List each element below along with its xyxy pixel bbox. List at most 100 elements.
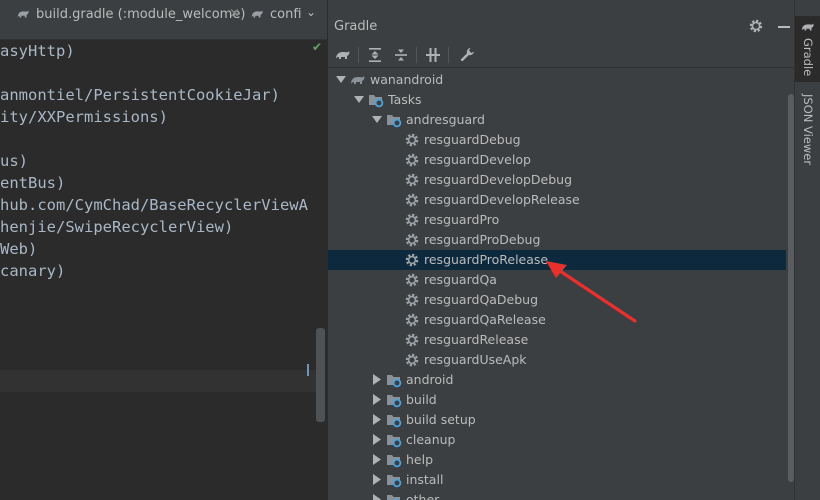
tree-node-label: resguardDevelopRelease	[424, 192, 580, 207]
panel-title: Gradle	[334, 19, 378, 34]
folder-gear-icon	[387, 475, 402, 488]
tree-node[interactable]: wanandroid	[328, 70, 786, 90]
chevron-right-icon[interactable]	[372, 474, 382, 485]
code-line: Web)	[0, 240, 38, 258]
tree-node[interactable]: build	[328, 390, 786, 410]
code-line: ity/XXPermissions)	[0, 108, 168, 126]
task-gear-icon	[405, 193, 419, 207]
tree-node-label: other	[406, 492, 440, 500]
task-gear-icon	[405, 133, 419, 147]
folder-gear-icon	[387, 495, 401, 500]
task-gear-icon	[405, 153, 419, 167]
tree-node[interactable]: resguardProRelease	[328, 250, 786, 270]
stripe-tab-json-viewer[interactable]: JSON Viewer	[795, 94, 820, 174]
task-gear-icon	[405, 233, 419, 247]
toolbar-separator	[358, 47, 359, 63]
code-line: hub.com/CymChad/BaseRecyclerViewA	[0, 196, 308, 214]
tree-node-label: resguardProDebug	[424, 232, 541, 247]
chevron-right-icon[interactable]	[372, 494, 382, 500]
tree-node[interactable]: install	[328, 470, 786, 490]
chevron-right-icon[interactable]	[372, 414, 382, 425]
chevron-right-icon[interactable]	[372, 434, 382, 445]
chevron-down-icon[interactable]	[336, 74, 346, 85]
change-marker	[307, 364, 309, 376]
tree-node[interactable]: resguardRelease	[328, 330, 786, 350]
tree-node[interactable]: andresguard	[328, 110, 786, 130]
folder-gear-icon	[387, 435, 402, 448]
tree-node-label: resguardPro	[424, 212, 500, 227]
code-line: entBus)	[0, 174, 66, 192]
reimport-icon[interactable]	[334, 46, 352, 64]
minimize-icon[interactable]	[778, 26, 790, 28]
folder-gear-icon	[387, 395, 402, 408]
expand-all-icon[interactable]	[366, 46, 384, 64]
chevron-right-icon[interactable]	[372, 454, 382, 465]
collapse-all-icon[interactable]	[392, 46, 410, 64]
chevron-down-icon[interactable]	[354, 94, 364, 105]
tree-node-label: Tasks	[388, 92, 422, 107]
right-tool-stripe: Gradle JSON Viewer	[794, 0, 820, 500]
gear-icon[interactable]	[748, 18, 764, 34]
gradle-task-tree[interactable]: wanandroid Tasks andresguard resguardDebug r…	[328, 70, 786, 500]
tree-node-label: resguardProRelease	[424, 252, 549, 267]
chevron-right-icon[interactable]	[372, 374, 382, 385]
tree-node[interactable]: other	[328, 490, 786, 500]
elephant-icon	[351, 76, 365, 84]
tree-node[interactable]: resguardQa	[328, 270, 786, 290]
gradle-header: Gradle	[328, 14, 795, 40]
tree-node[interactable]: resguardDevelopRelease	[328, 190, 786, 210]
editor-tab-bar: build.gradle (:module_welcome) × confi ⌄	[0, 0, 327, 40]
tree-node[interactable]: resguardDevelop	[328, 150, 786, 170]
settings-wrench-icon[interactable]	[458, 46, 476, 64]
tree-node[interactable]: resguardProDebug	[328, 230, 786, 250]
chevron-right-icon[interactable]	[372, 394, 382, 405]
stripe-tab-label: Gradle	[801, 38, 815, 77]
stripe-tab-gradle[interactable]: Gradle	[795, 16, 820, 82]
tree-node[interactable]: resguardUseApk	[328, 350, 786, 370]
tree-node-label: help	[406, 452, 434, 467]
tree-node[interactable]: help	[328, 450, 786, 470]
tree-node-label: build setup	[406, 412, 476, 427]
toolbar-separator	[448, 47, 449, 63]
code-editor[interactable]: build.gradle (:module_welcome) × confi ⌄…	[0, 0, 327, 500]
tree-node[interactable]: resguardQaRelease	[328, 310, 786, 330]
tree-node[interactable]: build setup	[328, 410, 786, 430]
code-line: us)	[0, 152, 28, 170]
editor-tab-build-gradle[interactable]: build.gradle (:module_welcome)	[16, 0, 245, 28]
close-icon[interactable]: ×	[229, 6, 240, 21]
tree-node-label: install	[406, 472, 444, 487]
editor-scrollbar[interactable]	[316, 328, 325, 422]
folder-gear-icon	[387, 455, 402, 468]
chevron-down-icon[interactable]: ⌄	[306, 5, 316, 19]
tree-node[interactable]: android	[328, 370, 786, 390]
folder-gear-icon	[387, 415, 402, 428]
gradle-icon	[17, 10, 29, 18]
code-area[interactable]: asyHttp) anmontiel/PersistentCookieJar) …	[0, 40, 316, 420]
tree-node-label: resguardRelease	[424, 332, 529, 347]
tree-node[interactable]: resguardPro	[328, 210, 786, 230]
task-gear-icon	[405, 333, 419, 347]
tree-node-label: resguardDebug	[424, 132, 521, 147]
tree-node-label: resguardDevelopDebug	[424, 172, 573, 187]
tree-node-label: android	[406, 372, 454, 387]
tree-node-label: resguardUseApk	[424, 352, 527, 367]
tree-node[interactable]: Tasks	[328, 90, 786, 110]
editor-tab-config[interactable]: confi	[250, 0, 302, 28]
toggle-offline-icon[interactable]	[424, 46, 442, 64]
toolbar-separator	[416, 47, 417, 63]
task-gear-icon	[405, 253, 419, 267]
folder-gear-icon	[387, 115, 402, 128]
chevron-down-icon[interactable]	[372, 114, 382, 125]
tree-node-label: andresguard	[406, 112, 485, 127]
task-gear-icon	[405, 353, 419, 367]
editor-tab-label: build.gradle (:module_welcome)	[36, 6, 246, 22]
code-line: canary)	[0, 262, 66, 280]
tree-node[interactable]: resguardDebug	[328, 130, 786, 150]
tree-node[interactable]: resguardQaDebug	[328, 290, 786, 310]
tree-node-label: resguardQaDebug	[424, 292, 539, 307]
tree-node[interactable]: cleanup	[328, 430, 786, 450]
task-gear-icon	[405, 293, 419, 307]
code-line: asyHttp)	[0, 42, 75, 60]
tree-node[interactable]: resguardDevelopDebug	[328, 170, 786, 190]
code-line: henjie/SwipeRecyclerView)	[0, 218, 234, 236]
